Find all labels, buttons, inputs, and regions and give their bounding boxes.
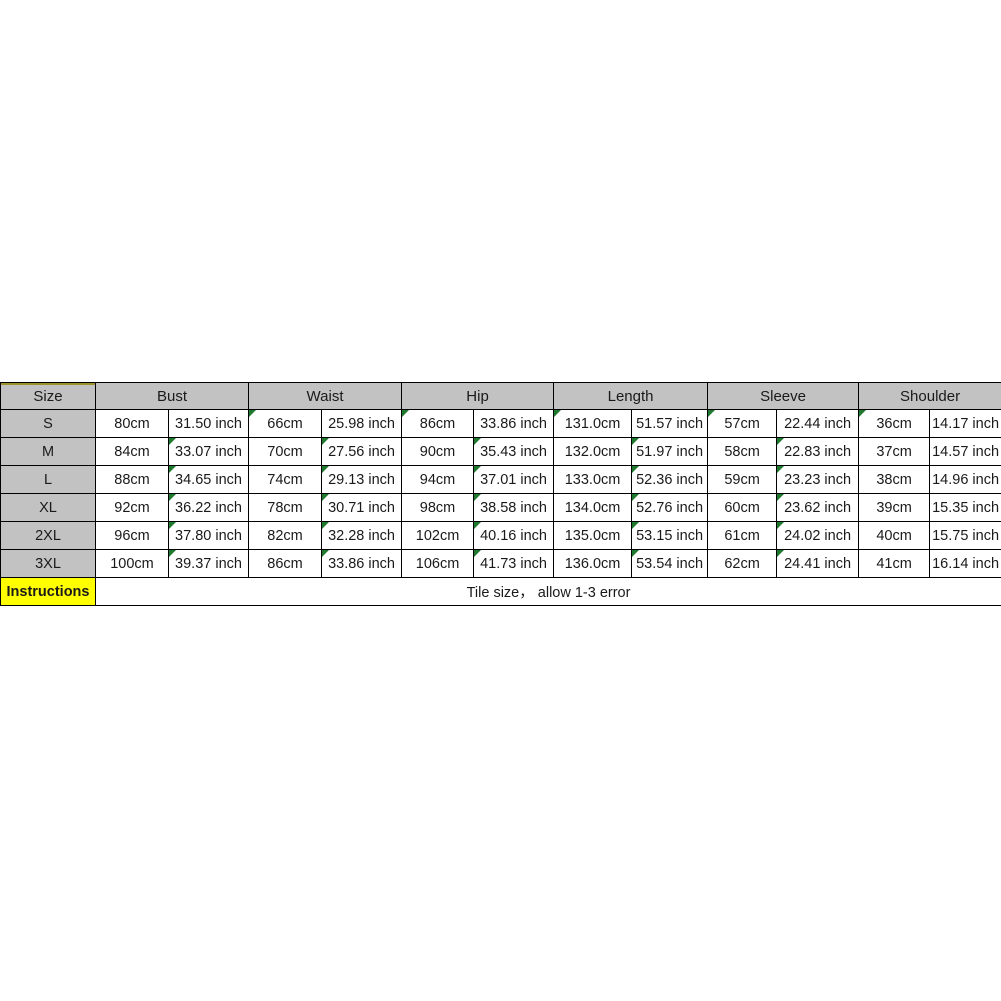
- cell-sleeve-cm: 58cm: [707, 437, 778, 466]
- size-label-cell: 3XL: [0, 549, 96, 578]
- table-row: 3XL 100cm 39.37 inch 86cm 33.86 inch 106…: [0, 549, 1001, 578]
- cell-hip-cm: 98cm: [401, 493, 475, 522]
- cell-shoulder-cm: 36cm: [858, 409, 931, 438]
- cell-bust-cm: 96cm: [95, 521, 169, 550]
- cell-waist-inch: 33.86 inch: [321, 549, 403, 578]
- table-row: 2XL 96cm 37.80 inch 82cm 32.28 inch 102c…: [0, 521, 1001, 550]
- column-header-hip: Hip: [401, 382, 555, 410]
- cell-bust-inch: 37.80 inch: [167, 521, 250, 550]
- cell-shoulder-inch: 15.75 inch: [929, 521, 1001, 550]
- cell-sleeve-cm: 60cm: [707, 493, 778, 522]
- cell-hip-cm: 94cm: [401, 465, 475, 494]
- column-header-sleeve: Sleeve: [707, 382, 860, 410]
- size-chart-body: Size Bust Waist Hip Length Sleeve Should…: [0, 382, 1001, 606]
- cell-sleeve-cm: 61cm: [707, 521, 778, 550]
- cell-sleeve-inch: 24.41 inch: [776, 549, 860, 578]
- cell-shoulder-cm: 37cm: [858, 437, 931, 466]
- cell-waist-cm: 86cm: [248, 549, 323, 578]
- table-row: XL 92cm 36.22 inch 78cm 30.71 inch 98cm …: [0, 493, 1001, 522]
- cell-hip-inch: 35.43 inch: [473, 437, 555, 466]
- cell-length-cm: 134.0cm: [553, 493, 633, 522]
- cell-length-cm: 133.0cm: [553, 465, 633, 494]
- cell-sleeve-cm: 57cm: [707, 409, 778, 438]
- cell-hip-cm: 90cm: [401, 437, 475, 466]
- cell-waist-inch: 25.98 inch: [321, 409, 403, 438]
- cell-length-inch: 52.76 inch: [631, 493, 709, 522]
- cell-hip-inch: 33.86 inch: [473, 409, 555, 438]
- cell-length-cm: 135.0cm: [553, 521, 633, 550]
- column-header-waist: Waist: [248, 382, 403, 410]
- cell-bust-inch: 31.50 inch: [167, 409, 250, 438]
- size-label-cell: 2XL: [0, 521, 96, 550]
- cell-shoulder-inch: 14.57 inch: [929, 437, 1001, 466]
- cell-sleeve-inch: 24.02 inch: [776, 521, 860, 550]
- size-label-cell: XL: [0, 493, 96, 522]
- cell-bust-cm: 88cm: [95, 465, 169, 494]
- cell-shoulder-inch: 14.17 inch: [929, 409, 1001, 438]
- cell-waist-cm: 66cm: [248, 409, 323, 438]
- size-label-cell: L: [0, 465, 96, 494]
- cell-length-cm: 131.0cm: [553, 409, 633, 438]
- cell-shoulder-inch: 15.35 inch: [929, 493, 1001, 522]
- cell-length-inch: 52.36 inch: [631, 465, 709, 494]
- column-header-size: Size: [0, 382, 96, 410]
- cell-sleeve-cm: 59cm: [707, 465, 778, 494]
- cell-waist-inch: 29.13 inch: [321, 465, 403, 494]
- size-chart-table: Size Bust Waist Hip Length Sleeve Should…: [0, 382, 1001, 606]
- cell-waist-cm: 70cm: [248, 437, 323, 466]
- cell-length-cm: 132.0cm: [553, 437, 633, 466]
- cell-sleeve-inch: 23.62 inch: [776, 493, 860, 522]
- table-row: S 80cm 31.50 inch 66cm 25.98 inch 86cm 3…: [0, 409, 1001, 438]
- cell-waist-inch: 32.28 inch: [321, 521, 403, 550]
- instructions-row: Instructions Tile size， allow 1-3 error: [0, 577, 1001, 606]
- cell-shoulder-cm: 38cm: [858, 465, 931, 494]
- cell-sleeve-inch: 22.44 inch: [776, 409, 860, 438]
- cell-hip-inch: 37.01 inch: [473, 465, 555, 494]
- cell-waist-inch: 27.56 inch: [321, 437, 403, 466]
- cell-length-inch: 53.15 inch: [631, 521, 709, 550]
- cell-length-cm: 136.0cm: [553, 549, 633, 578]
- cell-shoulder-cm: 41cm: [858, 549, 931, 578]
- cell-shoulder-inch: 14.96 inch: [929, 465, 1001, 494]
- table-row: M 84cm 33.07 inch 70cm 27.56 inch 90cm 3…: [0, 437, 1001, 466]
- cell-bust-inch: 34.65 inch: [167, 465, 250, 494]
- column-header-shoulder: Shoulder: [858, 382, 1001, 410]
- cell-length-inch: 51.97 inch: [631, 437, 709, 466]
- size-label-cell: S: [0, 409, 96, 438]
- cell-sleeve-cm: 62cm: [707, 549, 778, 578]
- column-header-bust: Bust: [94, 382, 250, 410]
- cell-waist-cm: 78cm: [248, 493, 323, 522]
- cell-bust-cm: 80cm: [95, 409, 169, 438]
- cell-length-inch: 51.57 inch: [631, 409, 709, 438]
- cell-bust-cm: 84cm: [95, 437, 169, 466]
- column-header-length: Length: [553, 382, 709, 410]
- cell-hip-cm: 106cm: [401, 549, 475, 578]
- cell-bust-inch: 36.22 inch: [167, 493, 250, 522]
- instructions-text: Tile size， allow 1-3 error: [94, 577, 1001, 606]
- cell-bust-cm: 100cm: [95, 549, 169, 578]
- cell-shoulder-cm: 39cm: [858, 493, 931, 522]
- cell-hip-inch: 38.58 inch: [473, 493, 555, 522]
- cell-waist-inch: 30.71 inch: [321, 493, 403, 522]
- table-row: L 88cm 34.65 inch 74cm 29.13 inch 94cm 3…: [0, 465, 1001, 494]
- cell-hip-inch: 40.16 inch: [473, 521, 555, 550]
- cell-waist-cm: 74cm: [248, 465, 323, 494]
- cell-waist-cm: 82cm: [248, 521, 323, 550]
- cell-bust-inch: 33.07 inch: [167, 437, 250, 466]
- table-header-row: Size Bust Waist Hip Length Sleeve Should…: [0, 382, 1001, 410]
- cell-hip-cm: 102cm: [401, 521, 475, 550]
- cell-sleeve-inch: 23.23 inch: [776, 465, 860, 494]
- cell-sleeve-inch: 22.83 inch: [776, 437, 860, 466]
- cell-shoulder-inch: 16.14 inch: [929, 549, 1001, 578]
- cell-hip-cm: 86cm: [401, 409, 475, 438]
- cell-bust-cm: 92cm: [95, 493, 169, 522]
- instructions-label: Instructions: [0, 577, 96, 606]
- cell-length-inch: 53.54 inch: [631, 549, 709, 578]
- cell-hip-inch: 41.73 inch: [473, 549, 555, 578]
- cell-shoulder-cm: 40cm: [858, 521, 931, 550]
- size-chart-container: Size Bust Waist Hip Length Sleeve Should…: [0, 382, 1001, 606]
- cell-bust-inch: 39.37 inch: [167, 549, 250, 578]
- size-label-cell: M: [0, 437, 96, 466]
